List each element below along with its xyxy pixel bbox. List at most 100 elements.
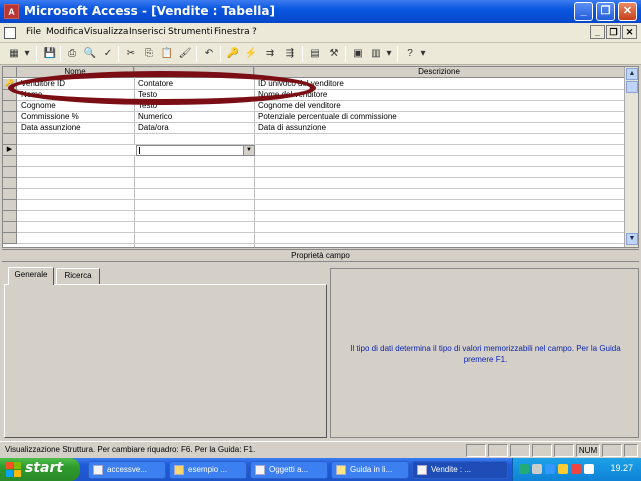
access-app-icon[interactable]: A: [4, 4, 19, 19]
description-cell[interactable]: Cognome del venditore: [256, 101, 624, 111]
indexes-icon[interactable]: ⚡: [243, 46, 259, 62]
tab-ricerca[interactable]: Ricerca: [56, 268, 100, 284]
table-row[interactable]: [3, 222, 625, 233]
delete-rows-icon[interactable]: ⇶: [282, 46, 298, 62]
data-type-cell[interactable]: Testo: [136, 101, 253, 111]
table-row[interactable]: Nome Testo Nome del venditore: [3, 90, 625, 101]
primary-key-icon[interactable]: 🔑: [225, 46, 241, 62]
field-name-cell[interactable]: Nome: [19, 90, 133, 100]
toolbar-options-icon[interactable]: ▾: [418, 46, 428, 62]
print-icon[interactable]: ⎙: [64, 46, 80, 62]
table-row[interactable]: [3, 156, 625, 167]
new-object-icon[interactable]: ▥: [368, 46, 384, 62]
menu-modifica[interactable]: Modifica: [46, 27, 84, 37]
tray-icon[interactable]: [558, 464, 568, 474]
table-row[interactable]: Cognome Testo Cognome del venditore: [3, 101, 625, 112]
table-row[interactable]: [3, 211, 625, 222]
description-cell[interactable]: Potenziale percentuale di commissione: [256, 112, 624, 122]
format-painter-icon[interactable]: 🖌: [177, 46, 193, 62]
vertical-scrollbar[interactable]: ▲ ▼: [624, 67, 638, 247]
start-button[interactable]: start: [0, 458, 80, 481]
mdi-close-button[interactable]: ✕: [622, 25, 637, 39]
field-name-cell[interactable]: Venditore ID: [19, 79, 133, 89]
key-icon[interactable]: 🔑: [3, 79, 17, 90]
scroll-thumb[interactable]: [626, 81, 638, 93]
row-selector[interactable]: [3, 222, 17, 233]
table-row[interactable]: [3, 200, 625, 211]
taskbar-item[interactable]: esempio ...: [169, 461, 247, 479]
clock[interactable]: 19.27: [610, 463, 633, 473]
field-name-header[interactable]: Nome: [17, 67, 134, 78]
save-icon[interactable]: 💾: [42, 46, 58, 62]
help-icon[interactable]: ?: [402, 46, 418, 62]
description-cell[interactable]: Nome del venditore: [256, 90, 624, 100]
chevron-down-icon[interactable]: ▼: [243, 146, 254, 155]
row-selector[interactable]: [3, 211, 17, 222]
copy-icon[interactable]: ⎘: [141, 46, 157, 62]
menu-file[interactable]: File: [26, 27, 41, 37]
data-type-dropdown[interactable]: ▼: [136, 145, 255, 156]
data-type-cell[interactable]: Contatore: [136, 79, 253, 89]
mdi-restore-button[interactable]: ❐: [606, 25, 621, 39]
document-icon[interactable]: [4, 27, 16, 39]
scroll-up-icon[interactable]: ▲: [626, 68, 638, 80]
paste-icon[interactable]: 📋: [159, 46, 175, 62]
description-header[interactable]: Descrizione: [254, 67, 625, 78]
taskbar-item-active[interactable]: Vendite : ...: [412, 461, 508, 479]
table-row[interactable]: [3, 134, 625, 145]
field-name-cell[interactable]: Data assunzione: [19, 123, 133, 133]
table-row[interactable]: [3, 189, 625, 200]
new-object-dropdown-icon[interactable]: ▾: [384, 46, 394, 62]
table-row[interactable]: 🔑 Venditore ID Contatore ID univoco del …: [3, 79, 625, 90]
spelling-icon[interactable]: ✓: [100, 46, 116, 62]
tray-icon[interactable]: [571, 464, 581, 474]
data-type-cell[interactable]: Data/ora: [136, 123, 253, 133]
row-selector[interactable]: [3, 112, 17, 123]
description-cell[interactable]: Data di assunzione: [256, 123, 624, 133]
menu-visualizza[interactable]: Visualizza: [84, 27, 128, 37]
row-selector[interactable]: [3, 90, 17, 101]
table-design-grid[interactable]: Nome Descrizione 🔑 Venditore ID Contator…: [2, 66, 639, 248]
row-selector[interactable]: [3, 178, 17, 189]
close-button[interactable]: ✕: [618, 2, 637, 21]
taskbar-item[interactable]: Oggetti a...: [250, 461, 328, 479]
tray-icon[interactable]: [532, 464, 542, 474]
taskbar-item[interactable]: accessve...: [88, 461, 166, 479]
data-type-header[interactable]: [134, 67, 254, 78]
tray-icon[interactable]: [545, 464, 555, 474]
properties-icon[interactable]: ▤: [307, 46, 323, 62]
cut-icon[interactable]: ✂: [123, 46, 139, 62]
row-selector[interactable]: [3, 156, 17, 167]
table-row[interactable]: [3, 167, 625, 178]
table-row-current[interactable]: ▶: [3, 145, 625, 156]
taskbar-item[interactable]: Guida in li...: [331, 461, 409, 479]
scroll-down-icon[interactable]: ▼: [626, 233, 638, 245]
data-type-cell[interactable]: Numerico: [136, 112, 253, 122]
minimize-button[interactable]: _: [574, 2, 593, 21]
row-selector[interactable]: [3, 233, 17, 244]
menu-inserisci[interactable]: Inserisci: [129, 27, 166, 37]
field-name-cell[interactable]: Cognome: [19, 101, 133, 111]
undo-icon[interactable]: ↶: [201, 46, 217, 62]
table-row[interactable]: [3, 233, 625, 244]
current-row-marker[interactable]: ▶: [3, 145, 17, 156]
view-dropdown-icon[interactable]: ▾: [22, 46, 32, 62]
menu-help[interactable]: ?: [252, 27, 257, 37]
print-preview-icon[interactable]: 🔍: [82, 46, 98, 62]
row-selector[interactable]: [3, 101, 17, 112]
volume-icon[interactable]: [584, 464, 594, 474]
view-design-icon[interactable]: ▦: [6, 46, 22, 62]
row-selector[interactable]: [3, 123, 17, 134]
row-selector[interactable]: [3, 167, 17, 178]
row-selector[interactable]: [3, 134, 17, 145]
menu-finestra[interactable]: Finestra: [214, 27, 250, 37]
row-selector[interactable]: [3, 189, 17, 200]
data-type-cell[interactable]: Testo: [136, 90, 253, 100]
menu-strumenti[interactable]: Strumenti: [168, 27, 213, 37]
tab-generale[interactable]: Generale: [8, 267, 54, 285]
row-selector[interactable]: [3, 200, 17, 211]
tray-icon[interactable]: [519, 464, 529, 474]
build-icon[interactable]: ⚒: [326, 46, 342, 62]
title-bar[interactable]: A Microsoft Access - [Vendite : Tabella]…: [0, 0, 641, 23]
restore-button[interactable]: ❐: [596, 2, 615, 21]
